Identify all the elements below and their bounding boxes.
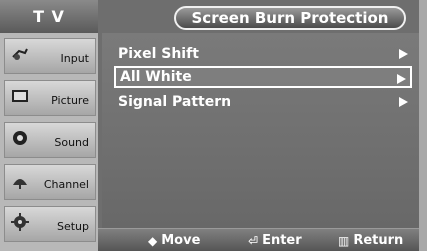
menu-item-label: Signal Pattern [118, 94, 232, 110]
sidebar-item-channel[interactable]: Channel [4, 164, 96, 200]
move-hint: ◆ Move [148, 233, 200, 248]
channel-icon [13, 179, 27, 189]
arrow-right-icon [399, 97, 408, 107]
arrow-right-icon [399, 49, 408, 59]
menu-area: Pixel Shift All White Signal Pattern [102, 33, 419, 228]
sound-icon [13, 131, 27, 145]
main-panel: Screen Burn Protection Pixel Shift All W… [98, 0, 427, 251]
sidebar-item-label: Input [60, 52, 89, 65]
sidebar-header: T V [0, 0, 98, 33]
help-bar: ◆ Move ⏎ Enter ▥ Return [98, 228, 419, 251]
right-edge-divider [419, 0, 427, 251]
page-title: Screen Burn Protection [174, 6, 406, 30]
menu-item-pixel-shift[interactable]: Pixel Shift [114, 43, 412, 65]
sidebar-item-label: Setup [56, 220, 89, 233]
osd-frame: T V Input Picture Sound Channel Setup Sc… [0, 0, 427, 251]
menu-item-all-white[interactable]: All White [114, 66, 412, 88]
sidebar: T V Input Picture Sound Channel Setup [0, 0, 98, 251]
sidebar-item-label: Picture [51, 94, 89, 107]
menu-item-signal-pattern[interactable]: Signal Pattern [114, 91, 412, 113]
arrow-right-icon [397, 74, 406, 84]
return-label: Return [353, 233, 404, 248]
sidebar-item-sound[interactable]: Sound [4, 122, 96, 158]
sidebar-item-picture[interactable]: Picture [4, 80, 96, 116]
sidebar-item-setup[interactable]: Setup [4, 206, 96, 242]
enter-label: Enter [262, 233, 302, 248]
return-hint: ▥ Return [338, 233, 403, 248]
sidebar-item-input[interactable]: Input [4, 38, 96, 74]
menu-item-label: Pixel Shift [118, 46, 199, 62]
picture-icon [12, 90, 28, 102]
sidebar-item-label: Sound [54, 136, 89, 149]
return-icon: ▥ [338, 233, 350, 248]
enter-icon: ⏎ [248, 233, 259, 248]
input-icon [12, 48, 28, 60]
move-label: Move [161, 233, 201, 248]
sidebar-item-label: Channel [43, 178, 89, 191]
move-icon: ◆ [148, 233, 158, 248]
setup-icon [11, 213, 29, 231]
enter-hint: ⏎ Enter [248, 233, 302, 248]
menu-item-label: All White [120, 69, 192, 85]
